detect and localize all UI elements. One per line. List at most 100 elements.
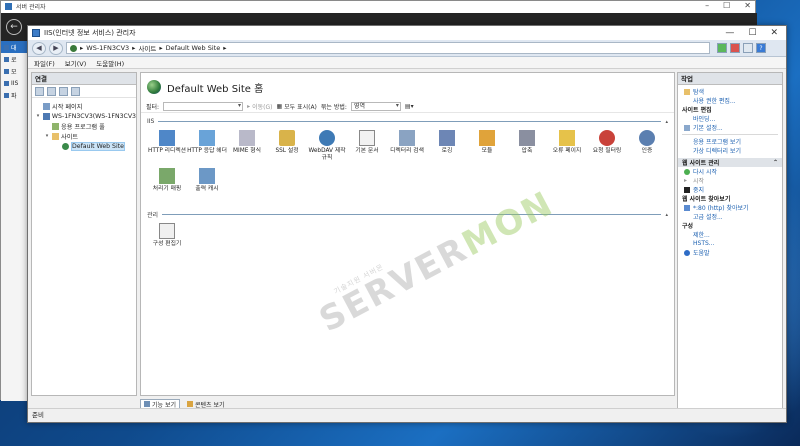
maximize-button[interactable]: ☐ [748, 28, 756, 38]
server-manager-icon [5, 2, 12, 10]
feature-webdav[interactable]: WebDAV 제작 규칙 [307, 130, 347, 168]
collapse-icon[interactable]: ⌃ [773, 159, 778, 166]
view-applications-link[interactable]: 응용 프로그램 보기 [682, 137, 778, 146]
back-button[interactable]: ◀ [32, 41, 46, 55]
menu-view[interactable]: 보기(V) [65, 58, 86, 68]
browse-icon [684, 204, 690, 211]
menu-file[interactable]: 파일(F) [34, 58, 55, 68]
feature-http-response-headers[interactable]: HTTP 응답 헤더 [187, 130, 227, 168]
feature-label: 모듈 [481, 148, 493, 154]
features-view-icon [144, 401, 150, 407]
view-mode-button[interactable]: ▤▾ [405, 103, 414, 110]
restart-link[interactable]: 다시 시작 [682, 167, 778, 176]
error-pages-icon [559, 130, 575, 146]
iis-window-title: IIS(인터넷 정보 서비스) 관리자 [44, 29, 136, 37]
limits-link[interactable]: 제한... [682, 230, 778, 239]
forward-button[interactable]: ▶ [49, 41, 63, 55]
manage-website-title: 웹 사이트 관리 ⌃ [678, 158, 782, 167]
tree-node-server[interactable]: ▾ WS-1FN3CV3(WS-1FN3CV3 [32, 111, 136, 121]
server-manager-window-controls[interactable]: – ☐ ✕ [705, 1, 751, 10]
feature-ssl-settings[interactable]: SSL 설정 [267, 130, 307, 168]
stop-icon [684, 186, 690, 193]
minimize-icon[interactable]: – [705, 1, 709, 10]
feature-label: MIME 형식 [233, 148, 261, 154]
minimize-button[interactable]: — [725, 28, 734, 38]
collapse-icon[interactable]: ▴ [665, 119, 668, 125]
feature-default-document[interactable]: 기본 문서 [347, 130, 387, 168]
logging-icon [439, 130, 455, 146]
site-edit-title: 사이트 편집 [682, 107, 712, 114]
feature-compression[interactable]: 압축 [507, 130, 547, 168]
feature-request-filtering[interactable]: 요청 필터링 [587, 130, 627, 168]
connections-icon[interactable] [71, 86, 80, 96]
filter-input[interactable] [163, 102, 244, 111]
menu-help[interactable]: 도움말(H) [96, 58, 124, 68]
close-button[interactable]: ✕ [770, 28, 778, 38]
collapse-icon[interactable]: ▴ [665, 212, 668, 218]
stop-link[interactable]: 중지 [682, 185, 778, 194]
sidebar-item-dashboard[interactable]: 대 [1, 41, 27, 53]
help-icon[interactable]: ? [756, 43, 766, 53]
stop-icon[interactable] [730, 43, 740, 53]
feature-error-pages[interactable]: 오류 페이지 [547, 130, 587, 168]
tree-node-app-pools[interactable]: 응용 프로그램 풀 [32, 121, 136, 131]
tree-node-default-web-site[interactable]: Default Web Site [32, 141, 136, 151]
feature-handler-mappings[interactable]: 처리기 매핑 [147, 168, 187, 206]
content-view-icon [187, 401, 193, 407]
breadcrumb-site[interactable]: Default Web Site [166, 44, 221, 52]
breadcrumb-sites[interactable]: 사이트 [138, 43, 156, 53]
expand-arrow-icon[interactable]: ▾ [44, 133, 50, 139]
feature-logging[interactable]: 로깅 [427, 130, 467, 168]
explore-link[interactable]: 탐색 [682, 87, 778, 96]
tree-node-start-page[interactable]: 시작 페이지 [32, 101, 136, 111]
iis-app-icon [32, 29, 40, 37]
basic-settings-link[interactable]: 기본 설정... [682, 123, 778, 132]
servers-icon [4, 68, 9, 74]
show-all-button[interactable]: ▦ 모두 표시(A) [276, 102, 316, 111]
close-icon[interactable]: ✕ [744, 1, 751, 10]
breadcrumb-sep-3: ▸ [223, 44, 227, 52]
edit-permissions-link[interactable]: 사용 권한 편집... [682, 96, 778, 105]
sidebar-item-iis[interactable]: IIS [1, 77, 27, 89]
feature-http-redirect[interactable]: HTTP 리디렉션 [147, 130, 187, 168]
save-icon[interactable] [47, 86, 56, 96]
feature-mime-types[interactable]: MIME 형식 [227, 130, 267, 168]
menu-bar: 파일(F) 보기(V) 도움말(H) [28, 57, 786, 69]
breadcrumb-server[interactable]: WS-1FN3CV3 [86, 44, 129, 52]
back-arrow-icon[interactable]: ← [6, 19, 22, 35]
maximize-icon[interactable]: ☐ [723, 1, 730, 10]
view-virtual-dirs-link[interactable]: 가상 디렉터리 보기 [682, 146, 778, 155]
bindings-link[interactable]: 바인딩... [682, 114, 778, 123]
configuration-editor-icon [159, 223, 175, 239]
address-toolbar: ◀ ▶ ▸ WS-1FN3CV3 ▸ 사이트 ▸ Default Web Sit… [28, 40, 786, 57]
iis-manager-window: IIS(인터넷 정보 서비스) 관리자 — ☐ ✕ ◀ ▶ ▸ WS-1FN3C… [27, 25, 787, 423]
feature-output-caching[interactable]: 출력 캐시 [187, 168, 227, 206]
sidebar-item-all[interactable]: 모 [1, 65, 27, 77]
home-icon[interactable] [743, 43, 753, 53]
connections-tree: 시작 페이지 ▾ WS-1FN3CV3(WS-1FN3CV3 응용 프로그램 풀… [32, 98, 136, 151]
advanced-settings-link[interactable]: 고급 설정... [682, 212, 778, 221]
server-manager-title: 서버 관리자 [16, 3, 46, 11]
feature-label: 처리기 매핑 [152, 186, 182, 192]
group-by-select[interactable]: 영역 [350, 102, 401, 111]
address-bar[interactable]: ▸ WS-1FN3CV3 ▸ 사이트 ▸ Default Web Site ▸ [66, 42, 710, 54]
feature-configuration-editor[interactable]: 구성 편집기 [147, 223, 187, 261]
help-link[interactable]: 도움말 [682, 248, 778, 257]
feature-directory-browsing[interactable]: 디렉터리 검색 [387, 130, 427, 168]
go-button[interactable]: ▸ 이동(G) [247, 102, 272, 111]
actions-top: 탐색 사용 권한 편집... 사이트 편집 바인딩... 기본 설정... 응용… [678, 85, 782, 156]
start-link[interactable]: ▸ 시작 [682, 176, 778, 185]
tree-node-sites[interactable]: ▾ 사이트 [32, 131, 136, 141]
group-by-label: 묶는 방법: [320, 104, 347, 111]
sidebar-item-local[interactable]: 로 [1, 53, 27, 65]
feature-modules[interactable]: 모듈 [467, 130, 507, 168]
connect-icon[interactable] [35, 86, 44, 96]
refresh-icon[interactable] [717, 43, 727, 53]
sidebar-item-file[interactable]: 파 [1, 89, 27, 101]
expand-arrow-icon[interactable]: ▾ [35, 113, 41, 119]
manage-website-section: 웹 사이트 관리 ⌃ 다시 시작 ▸ 시작 중지 웹 사이트 찾아보기 *:80 (… [678, 156, 782, 258]
hsts-link[interactable]: HSTS... [682, 239, 778, 248]
up-icon[interactable] [59, 86, 68, 96]
browse-http-link[interactable]: *:80 (http) 찾아보기 [682, 203, 778, 212]
feature-authentication[interactable]: 인증 [627, 130, 667, 168]
